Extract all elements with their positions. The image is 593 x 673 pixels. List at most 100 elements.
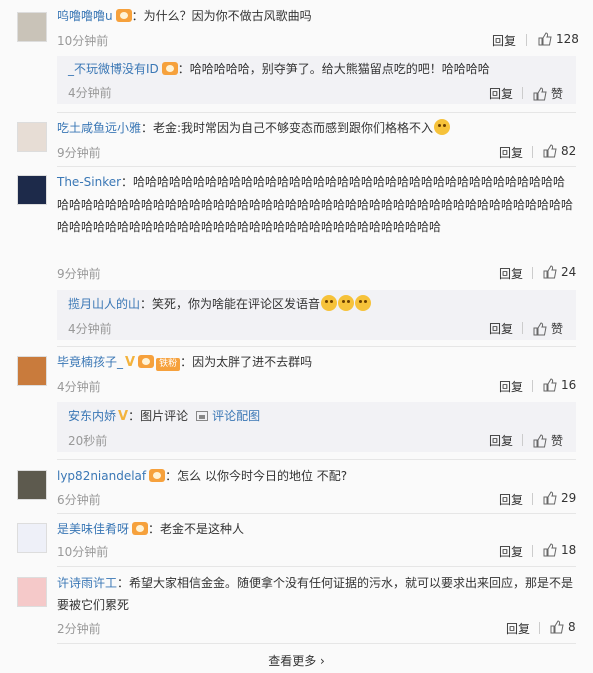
divider: [539, 622, 540, 634]
reply-button[interactable]: 回复: [499, 491, 523, 508]
comment-time: 10分钟前: [57, 545, 109, 559]
thumbs-up-icon: [550, 620, 564, 634]
username[interactable]: _不玩微博没有ID: [68, 62, 159, 76]
thumbs-up-icon: [543, 144, 557, 158]
image-comment-link[interactable]: 评论配图: [212, 409, 260, 423]
username[interactable]: 揽月山人的山: [68, 297, 140, 311]
like-button[interactable]: 赞: [533, 432, 563, 449]
comment-time: 4分钟前: [57, 380, 101, 394]
emoji-icon: [434, 119, 451, 135]
emoji-icon: [355, 295, 372, 311]
member-badge-icon: [149, 469, 166, 482]
comment-time: 4分钟前: [68, 86, 112, 100]
thumbs-up-icon: [533, 322, 547, 336]
avatar[interactable]: [17, 523, 47, 553]
comment-text: ：老金不是这种人: [148, 522, 245, 536]
comment-text: ：因为太胖了进不去群吗: [180, 355, 313, 369]
thumbs-up-icon: [538, 32, 552, 46]
fan-badge: 铁粉: [156, 358, 181, 371]
divider: [522, 87, 523, 99]
reply-button[interactable]: 回复: [499, 378, 523, 395]
like-count: 82: [561, 144, 577, 158]
comment-text: ：希望大家相信金金。随便拿个没有任何证据的污水，就可以要求出来回应，那是不是要被…: [57, 576, 574, 612]
avatar[interactable]: [17, 175, 47, 205]
divider: [532, 545, 533, 557]
emoji-icon: [321, 295, 338, 311]
reply-button[interactable]: 回复: [499, 543, 523, 560]
avatar[interactable]: [17, 577, 47, 607]
member-badge-icon: [132, 522, 149, 535]
verified-v-icon: V: [118, 409, 129, 424]
verified-v-icon: V: [125, 355, 136, 370]
divider: [57, 112, 576, 113]
like-button[interactable]: 赞: [533, 320, 563, 337]
comment-text: ：为什么？因为你不做古风歌曲吗: [131, 9, 312, 23]
divider: [522, 434, 523, 446]
divider: [57, 566, 576, 567]
like-count: 24: [561, 265, 577, 279]
username[interactable]: 毕竟楠孩子_: [57, 355, 123, 369]
like-button[interactable]: 82: [543, 144, 576, 158]
avatar[interactable]: [17, 122, 47, 152]
avatar[interactable]: [17, 356, 47, 386]
divider: [57, 459, 576, 460]
thumbs-up-icon: [543, 378, 557, 392]
reply-button[interactable]: 回复: [499, 265, 523, 282]
like-count: 29: [561, 491, 577, 505]
like-button[interactable]: 128: [538, 32, 579, 46]
username[interactable]: 是美味佳肴呀: [57, 522, 129, 536]
like-button[interactable]: 8: [550, 620, 576, 634]
comment-time: 6分钟前: [57, 493, 101, 507]
reply-button[interactable]: 回复: [489, 320, 513, 337]
comment-time: 10分钟前: [57, 34, 109, 48]
username[interactable]: 吃土咸鱼远小雅: [57, 121, 141, 135]
thumbs-up-icon: [533, 87, 547, 101]
comment-time: 4分钟前: [68, 322, 112, 336]
like-count: 8: [568, 620, 576, 634]
reply-button[interactable]: 回复: [492, 32, 516, 49]
like-button[interactable]: 29: [543, 491, 576, 505]
username[interactable]: 安东内娇: [68, 409, 116, 423]
divider: [57, 643, 576, 644]
divider: [522, 322, 523, 334]
member-badge-icon: [161, 62, 178, 75]
reply-button[interactable]: 回复: [489, 432, 513, 449]
comment-text: ：哈哈哈哈哈哈哈哈哈哈哈哈哈哈哈哈哈哈哈哈哈哈哈哈哈哈哈哈哈哈哈哈哈哈哈哈哈哈哈…: [57, 175, 574, 234]
thumbs-up-icon: [543, 491, 557, 505]
like-button[interactable]: 24: [543, 265, 576, 279]
comment-text: ：老金:我时常因为自己不够变态而感到跟你们格格不入: [141, 121, 434, 135]
reply-button[interactable]: 回复: [499, 144, 523, 161]
avatar[interactable]: [17, 470, 47, 500]
like-count: 赞: [551, 87, 564, 101]
comment-time: 2分钟前: [57, 622, 101, 636]
like-button[interactable]: 18: [543, 543, 576, 557]
like-button[interactable]: 赞: [533, 85, 563, 102]
comment-time: 9分钟前: [57, 267, 101, 281]
see-more-link[interactable]: 查看更多 ›: [0, 652, 593, 669]
username[interactable]: The-Sinker: [57, 175, 121, 189]
username[interactable]: lyp82niandelaf: [57, 469, 146, 483]
thumbs-up-icon: [533, 434, 547, 448]
divider: [532, 146, 533, 158]
divider: [526, 34, 527, 46]
comment-text: ：怎么 以你今时今日的地位 不配?: [165, 469, 348, 483]
comment-text: ：笑死，你为啥能在评论区发语音: [140, 297, 321, 311]
like-count: 18: [561, 543, 577, 557]
divider: [57, 346, 576, 347]
like-count: 赞: [551, 434, 564, 448]
divider: [57, 166, 576, 167]
avatar[interactable]: [17, 12, 47, 42]
divider: [532, 493, 533, 505]
divider: [532, 380, 533, 392]
emoji-icon: [338, 295, 355, 311]
like-button[interactable]: 16: [543, 378, 576, 392]
reply-button[interactable]: 回复: [506, 620, 530, 637]
divider: [532, 267, 533, 279]
username[interactable]: 许诗雨许工: [57, 576, 117, 590]
username[interactable]: 呜噜噜噜u: [57, 9, 113, 23]
comment-time: 20秒前: [68, 434, 108, 448]
comment-time: 9分钟前: [57, 146, 101, 160]
reply-button[interactable]: 回复: [489, 85, 513, 102]
thumbs-up-icon: [543, 543, 557, 557]
image-icon: [196, 411, 209, 421]
